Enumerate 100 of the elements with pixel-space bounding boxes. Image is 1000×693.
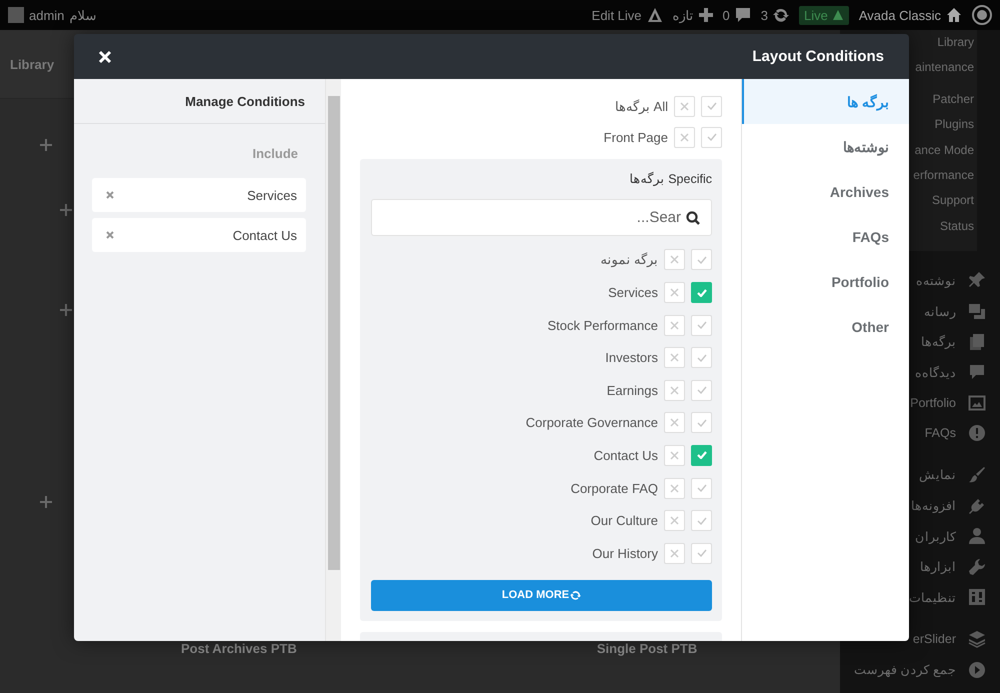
- menu-item[interactable]: نوشته‌ه: [916, 272, 956, 288]
- exclude-checkbox[interactable]: [664, 249, 685, 270]
- check-icon: [696, 451, 706, 460]
- option-label: Services: [608, 285, 658, 300]
- site-name[interactable]: Avada Classic: [858, 8, 941, 22]
- plus-icon[interactable]: [60, 304, 72, 316]
- triangle-icon: [646, 7, 663, 23]
- include-checkbox[interactable]: [691, 282, 712, 304]
- edit-live-link[interactable]: Edit Live: [592, 8, 642, 22]
- comment-icon[interactable]: [734, 7, 751, 23]
- check-icon: [696, 354, 706, 362]
- submenu-item[interactable]: Library: [937, 30, 974, 56]
- menu-item[interactable]: erSlider: [912, 632, 956, 646]
- exclude-checkbox[interactable]: [664, 314, 685, 336]
- info-icon: [968, 424, 986, 442]
- pages-icon: [968, 332, 986, 351]
- submenu-item[interactable]: Plugins: [934, 112, 974, 138]
- image-icon: [968, 394, 986, 412]
- exclude-checkbox[interactable]: [674, 96, 695, 117]
- check-icon: [696, 386, 706, 394]
- option-label: Our Culture: [590, 513, 658, 528]
- menu-item[interactable]: رسانه: [924, 304, 956, 319]
- check-icon: [706, 133, 716, 142]
- exclude-checkbox[interactable]: [664, 542, 685, 564]
- option-label: برگه نمونه: [600, 252, 658, 268]
- exclude-checkbox[interactable]: [664, 510, 685, 532]
- refresh-icon[interactable]: [773, 7, 789, 23]
- remove-button[interactable]: [106, 231, 114, 239]
- scrollbar[interactable]: [325, 79, 341, 641]
- option-label: Contact Us: [594, 448, 658, 463]
- update-count: 3: [760, 8, 768, 22]
- collapse-icon: [968, 660, 986, 679]
- plus-icon: [698, 8, 713, 22]
- modal-title: Layout Conditions: [752, 48, 884, 65]
- submenu-item[interactable]: Patcher: [932, 86, 974, 112]
- menu-item[interactable]: کاربران: [915, 528, 956, 544]
- x-icon: [670, 450, 679, 460]
- menu-item[interactable]: برگه‌ها: [921, 334, 956, 350]
- x-icon: [670, 353, 679, 362]
- plug-icon: [968, 496, 986, 515]
- avatar-icon: [8, 7, 24, 23]
- refresh-icon: [570, 590, 582, 601]
- search-field[interactable]: Sear...: [371, 198, 712, 236]
- submenu-item[interactable]: Support: [932, 188, 974, 214]
- plus-icon[interactable]: [40, 496, 52, 508]
- exclude-checkbox[interactable]: [664, 380, 685, 401]
- check-icon: [696, 256, 706, 264]
- exclude-checkbox[interactable]: [664, 412, 685, 434]
- pin-icon: [968, 271, 986, 290]
- check-icon: [696, 288, 706, 297]
- submenu-item[interactable]: ance Mode: [914, 138, 974, 163]
- x-icon: [106, 231, 114, 239]
- exclude-checkbox[interactable]: [674, 126, 695, 148]
- option-label: Our History: [592, 546, 658, 561]
- option-label: Corporate Governance: [526, 415, 658, 430]
- user-icon: [968, 527, 986, 546]
- new-link[interactable]: تازه: [672, 8, 694, 22]
- plus-icon[interactable]: [60, 204, 72, 216]
- x-icon: [680, 102, 689, 111]
- check-icon: [696, 549, 706, 558]
- plus-icon[interactable]: [40, 139, 52, 151]
- user-name: admin: [29, 8, 64, 22]
- check-icon: [696, 516, 706, 525]
- exclude-checkbox[interactable]: [664, 478, 685, 499]
- group-label: Include: [252, 146, 298, 161]
- x-icon: [670, 386, 679, 395]
- x-icon: [670, 418, 679, 428]
- menu-item[interactable]: دیدگاه‌ه: [915, 364, 956, 380]
- menu-item[interactable]: جمع کردن فهرست: [854, 662, 956, 678]
- tab[interactable]: برگه ها: [742, 79, 909, 124]
- search-icon: [686, 210, 700, 225]
- submenu-item[interactable]: Status: [940, 214, 974, 240]
- menu-item[interactable]: ابزارها: [920, 559, 956, 574]
- submenu-item[interactable]: aintenance: [915, 55, 974, 81]
- submenu-item[interactable]: erformance: [913, 162, 974, 188]
- option-label: Earnings: [606, 382, 658, 398]
- condition-label: Contact Us: [232, 228, 297, 242]
- exclude-checkbox[interactable]: [664, 282, 685, 304]
- exclude-checkbox[interactable]: [664, 444, 685, 466]
- panel-title: Manage Conditions: [185, 94, 305, 108]
- media-icon: [968, 302, 986, 320]
- load-more-button[interactable]: LOAD MORE: [371, 580, 712, 611]
- menu-item[interactable]: Portfolio: [910, 396, 956, 410]
- menu-item[interactable]: تنظیمات: [909, 590, 956, 605]
- option-label: Stock Performance: [547, 318, 658, 333]
- menu-item[interactable]: افزونه‌ها: [911, 498, 956, 514]
- triangle-icon: [832, 9, 844, 21]
- template-title: Single Post PTB: [596, 641, 698, 656]
- option-label: Corporate FAQ: [570, 480, 658, 496]
- menu-item[interactable]: نمایش: [919, 467, 956, 482]
- exclude-checkbox[interactable]: [664, 347, 685, 368]
- include-checkbox[interactable]: [691, 444, 712, 466]
- layers-icon: [968, 630, 986, 648]
- remove-button[interactable]: [106, 191, 114, 199]
- home-icon[interactable]: [946, 7, 962, 23]
- option-label: Front Page: [604, 130, 668, 145]
- live-badge[interactable]: Live: [799, 6, 849, 24]
- check-icon: [706, 102, 716, 110]
- menu-item[interactable]: FAQs: [924, 426, 956, 440]
- x-icon: [670, 548, 679, 558]
